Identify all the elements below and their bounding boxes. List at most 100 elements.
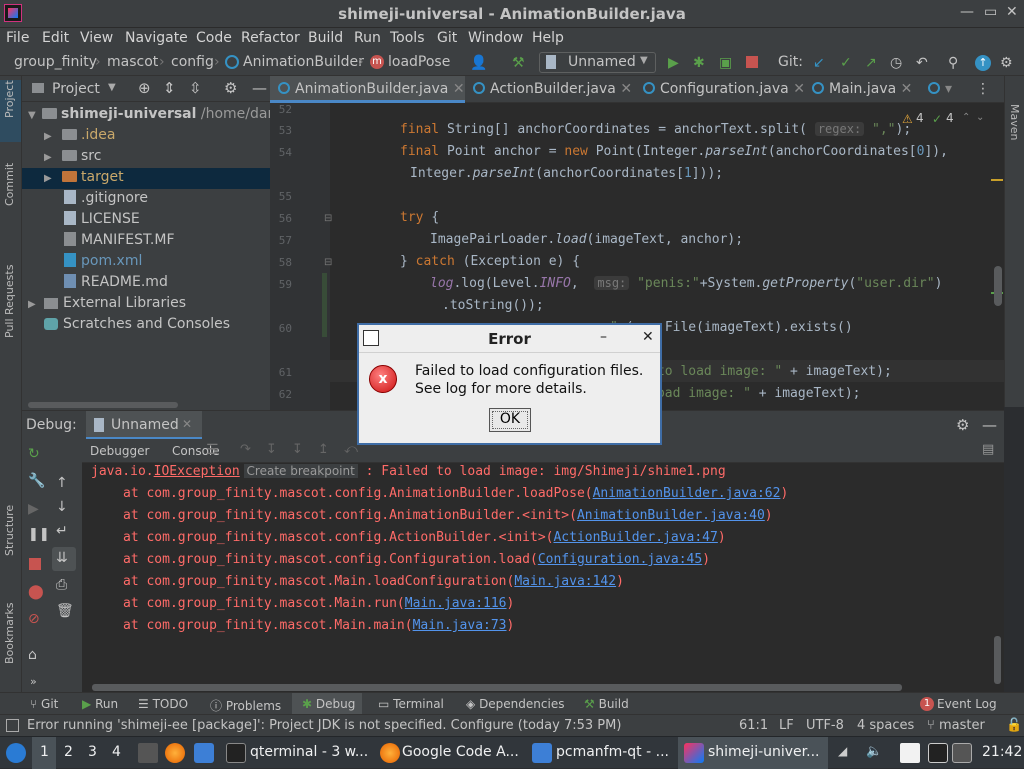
force-step-into-icon[interactable]: ↧ [292,442,303,457]
tree-item-target[interactable]: target [62,169,124,185]
debug-icon[interactable]: ✱ [693,55,705,71]
debug-session-tab[interactable]: Unnamed [111,417,179,433]
menu-code[interactable]: Code [196,30,232,46]
menu-navigate[interactable]: Navigate [125,30,188,46]
desktop-2[interactable]: 2 [64,744,73,760]
chevron-up-icon[interactable]: ⌃ [962,112,970,123]
collapse-arrow-icon[interactable]: ▶ [28,299,36,310]
close-tab-icon[interactable]: ✕ [182,417,192,431]
status-message[interactable]: Error running 'shimeji-ee [package]': Pr… [27,718,621,733]
gear-icon[interactable]: ⚙ [956,416,969,434]
menu-file[interactable]: File [6,30,29,46]
tree-item-manifest[interactable]: MANIFEST.MF [64,232,175,248]
git-branch[interactable]: ⑂ master [927,718,985,733]
task-pcmanfm[interactable]: pcmanfm-qt - ... [556,744,669,760]
close-tab-icon[interactable]: ✕ [620,81,632,97]
menu-window[interactable]: Window [468,30,523,46]
caret-position[interactable]: 61:1 [739,718,768,733]
more-icon[interactable]: » [30,675,37,688]
fold-icon[interactable]: ⊟ [324,257,332,268]
drop-frame-icon[interactable]: ⤺ [344,442,358,457]
tree-item-scratches[interactable]: Scratches and Consoles [44,316,230,332]
task-intellij[interactable]: shimeji-univer... [708,744,820,760]
desktop-1[interactable]: 1 [40,744,49,760]
frame-link[interactable]: Main.java:73 [413,618,507,633]
resume-icon[interactable]: ▶ [28,501,39,517]
start-menu-icon[interactable] [6,743,26,763]
frame-link[interactable]: ActionBuilder.java:47 [553,530,717,545]
lock-icon[interactable]: 🔓 [1006,718,1022,733]
tool-todo[interactable]: ☰ TODO [138,697,188,711]
up-arrow-icon[interactable]: ↑ [56,475,68,491]
gear-icon[interactable]: ⚙ [224,79,237,97]
scroll-to-end-icon[interactable]: ⇊ [56,550,68,566]
menu-edit[interactable]: Edit [42,30,69,46]
search-icon[interactable]: ⚲ [948,55,958,71]
menu-git[interactable]: Git [437,30,457,46]
collapse-arrow-icon[interactable]: ▶ [44,131,52,142]
frame-link[interactable]: AnimationBuilder.java:40 [577,508,765,523]
ok-button[interactable]: OK [489,408,531,432]
git-update-icon[interactable]: ↙ [813,55,825,71]
view-breakpoints-icon[interactable]: ⬤ [28,584,44,600]
coverage-icon[interactable]: ▣ [719,55,732,71]
indent-setting[interactable]: 4 spaces [857,718,914,733]
intellij-icon[interactable] [684,743,704,763]
tool-maven[interactable]: Maven [1008,104,1021,140]
tab-debugger[interactable]: Debugger [90,444,149,458]
tool-pull-requests[interactable]: Pull Requests [3,265,16,338]
chevron-down-icon[interactable]: ▼ [108,82,116,93]
firefox-icon[interactable] [165,743,185,763]
tool-run[interactable]: ▶ Run [82,697,118,711]
project-view-label[interactable]: Project [52,81,100,97]
task-firefox[interactable]: Google Code A... [402,744,519,760]
vertical-scrollbar[interactable] [994,266,1002,306]
tree-root[interactable]: shimeji-universal /home/dartz [42,106,286,122]
dialog-close-button[interactable]: ✕ [642,329,654,345]
tree-item-gitignore[interactable]: .gitignore [64,190,148,206]
frame-link[interactable]: Configuration.java:45 [538,552,702,567]
frame-link[interactable]: Main.java:142 [514,574,616,589]
tab-more[interactable]: ▾ [928,81,952,97]
line-separator[interactable]: LF [779,718,794,733]
file-encoding[interactable]: UTF-8 [806,718,844,733]
menu-icon[interactable]: ☰ [206,442,219,458]
expand-arrow-icon[interactable]: ▼ [28,110,36,121]
down-arrow-icon[interactable]: ↓ [56,499,68,515]
horizontal-scrollbar[interactable] [28,402,178,408]
tool-problems[interactable]: ⓘ Problems [210,697,281,714]
toggle-tool-windows-icon[interactable] [6,719,19,732]
frame-link[interactable]: Main.java:116 [405,596,507,611]
mute-breakpoints-icon[interactable]: ⊘ [28,611,40,627]
menu-tools[interactable]: Tools [390,30,425,46]
git-push-icon[interactable]: ↗ [865,55,877,71]
close-tab-icon[interactable]: ✕ [793,81,805,97]
desktop-4[interactable]: 4 [112,744,121,760]
tool-event-log[interactable]: Event Log [937,697,997,711]
tray-arrow-icon[interactable]: ◢ [838,744,847,758]
menu-help[interactable]: Help [532,30,564,46]
tool-build[interactable]: ⚒ Build [584,697,629,711]
more-options-icon[interactable]: ⋮ [976,81,990,97]
menu-build[interactable]: Build [308,30,343,46]
collapse-arrow-icon[interactable]: ▶ [44,173,52,184]
tab-animationbuilder[interactable]: AnimationBuilder.java ✕ [278,81,465,97]
history-icon[interactable]: ◷ [890,55,902,71]
collapse-all-icon[interactable]: ⇕ [163,79,176,97]
step-into-icon[interactable]: ↧ [266,442,277,457]
close-tab-icon[interactable]: ✕ [453,81,465,97]
tool-bookmarks[interactable]: Bookmarks [3,603,16,664]
error-stripe-marker[interactable] [991,179,1003,181]
exception-class-link[interactable]: IOException [154,464,240,479]
step-out-icon[interactable]: ↥ [318,442,329,457]
tool-project[interactable]: Project [3,80,16,118]
maximize-button[interactable]: ▭ [984,4,997,20]
check-icon[interactable]: ✓ [932,112,942,126]
locate-icon[interactable]: ⊕ [138,79,151,97]
tool-dependencies[interactable]: ◈ Dependencies [466,697,564,711]
tab-main[interactable]: Main.java ✕ [812,81,912,97]
menu-run[interactable]: Run [354,30,381,46]
horizontal-scrollbar[interactable] [92,684,902,691]
display-icon[interactable] [952,743,972,763]
close-tab-icon[interactable]: ✕ [901,81,913,97]
